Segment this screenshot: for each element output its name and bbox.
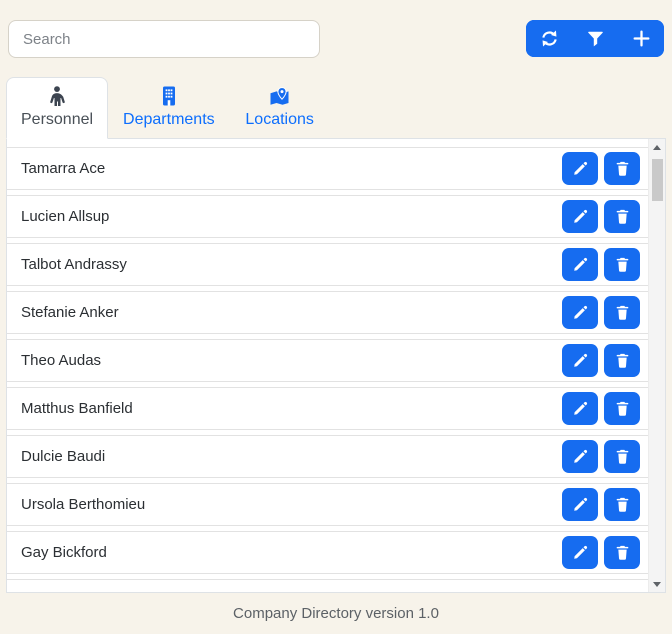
pencil-icon xyxy=(573,257,587,271)
delete-button[interactable] xyxy=(604,440,640,473)
footer-text: Company Directory version 1.0 xyxy=(233,605,439,622)
tab-bar: Personnel Departments Locations xyxy=(6,77,666,139)
delete-button[interactable] xyxy=(604,392,640,425)
personnel-row: Matthus Banfield xyxy=(7,387,648,430)
row-actions xyxy=(562,296,640,329)
pencil-icon xyxy=(573,305,587,319)
delete-button[interactable] xyxy=(604,536,640,569)
personnel-row: Talbot Andrassy xyxy=(7,243,648,286)
toolbar-button-group xyxy=(526,20,664,57)
scrollbar[interactable] xyxy=(648,139,665,592)
personnel-name: Theo Audas xyxy=(21,352,102,369)
personnel-name: Gay Bickford xyxy=(21,544,107,561)
triangle-down-icon xyxy=(653,581,661,587)
personnel-name: Talbot Andrassy xyxy=(21,256,127,273)
personnel-name: Tamarra Ace xyxy=(21,160,106,177)
edit-button[interactable] xyxy=(562,536,598,569)
personnel-panel: Tamarra Ace Lucien Allsup Talbot Andrass… xyxy=(6,138,666,593)
personnel-row: Theo Audas xyxy=(7,339,648,382)
tab-departments-label: Departments xyxy=(123,111,215,128)
delete-button[interactable] xyxy=(604,296,640,329)
row-actions xyxy=(562,536,640,569)
row-actions xyxy=(562,488,640,521)
tab-personnel[interactable]: Personnel xyxy=(6,77,109,139)
personnel-name: Dulcie Baudi xyxy=(21,448,106,465)
personnel-row: Ursola Berthomieu xyxy=(7,483,648,526)
trash-icon xyxy=(616,497,628,512)
delete-button[interactable] xyxy=(604,248,640,281)
personnel-row-partial xyxy=(7,579,648,592)
refresh-icon xyxy=(540,29,558,48)
tab-personnel-label: Personnel xyxy=(21,111,94,128)
trash-icon xyxy=(616,305,628,320)
delete-button[interactable] xyxy=(604,344,640,377)
personnel-name: Lucien Allsup xyxy=(21,208,110,225)
map-location-icon xyxy=(269,86,290,106)
scroll-up-button[interactable] xyxy=(649,139,666,155)
filter-button[interactable] xyxy=(572,20,618,57)
delete-button[interactable] xyxy=(604,200,640,233)
refresh-button[interactable] xyxy=(526,20,572,57)
company-directory-app: Personnel Departments Locations Tamarra … xyxy=(0,0,672,622)
trash-icon xyxy=(616,401,628,416)
edit-button[interactable] xyxy=(562,248,598,281)
trash-icon xyxy=(616,209,628,224)
row-actions xyxy=(562,344,640,377)
personnel-row: Lucien Allsup xyxy=(7,195,648,238)
filter-icon xyxy=(587,31,603,47)
scroll-down-button[interactable] xyxy=(649,576,666,592)
delete-button[interactable] xyxy=(604,152,640,185)
pencil-icon xyxy=(573,209,587,223)
person-icon xyxy=(47,86,67,106)
pencil-icon xyxy=(573,497,587,511)
delete-button[interactable] xyxy=(604,488,640,521)
personnel-name: Ursola Berthomieu xyxy=(21,496,146,513)
add-button[interactable] xyxy=(618,20,664,57)
trash-icon xyxy=(616,353,628,368)
pencil-icon xyxy=(573,401,587,415)
pencil-icon xyxy=(573,449,587,463)
edit-button[interactable] xyxy=(562,392,598,425)
pencil-icon xyxy=(573,545,587,559)
trash-icon xyxy=(616,161,628,176)
trash-icon xyxy=(616,257,628,272)
pencil-icon xyxy=(573,353,587,367)
tab-locations-label: Locations xyxy=(245,111,314,128)
personnel-row: Dulcie Baudi xyxy=(7,435,648,478)
pencil-icon xyxy=(573,161,587,175)
tab-departments[interactable]: Departments xyxy=(108,77,230,139)
edit-button[interactable] xyxy=(562,344,598,377)
edit-button[interactable] xyxy=(562,152,598,185)
personnel-row: Stefanie Anker xyxy=(7,291,648,334)
search-input[interactable] xyxy=(8,20,320,58)
personnel-list: Tamarra Ace Lucien Allsup Talbot Andrass… xyxy=(7,139,648,592)
trash-icon xyxy=(616,449,628,464)
row-actions xyxy=(562,152,640,185)
personnel-name: Stefanie Anker xyxy=(21,304,119,321)
personnel-row: Gay Bickford xyxy=(7,531,648,574)
personnel-row: Tamarra Ace xyxy=(7,147,648,190)
toolbar xyxy=(6,20,666,58)
trash-icon xyxy=(616,545,628,560)
edit-button[interactable] xyxy=(562,488,598,521)
row-actions xyxy=(562,440,640,473)
triangle-up-icon xyxy=(653,144,661,150)
tab-locations[interactable]: Locations xyxy=(230,77,330,139)
building-icon xyxy=(159,86,179,106)
edit-button[interactable] xyxy=(562,200,598,233)
plus-icon xyxy=(633,30,649,47)
personnel-name: Matthus Banfield xyxy=(21,400,133,417)
edit-button[interactable] xyxy=(562,440,598,473)
scrollbar-thumb[interactable] xyxy=(651,159,663,201)
edit-button[interactable] xyxy=(562,296,598,329)
row-actions xyxy=(562,248,640,281)
row-actions xyxy=(562,392,640,425)
row-actions xyxy=(562,200,640,233)
